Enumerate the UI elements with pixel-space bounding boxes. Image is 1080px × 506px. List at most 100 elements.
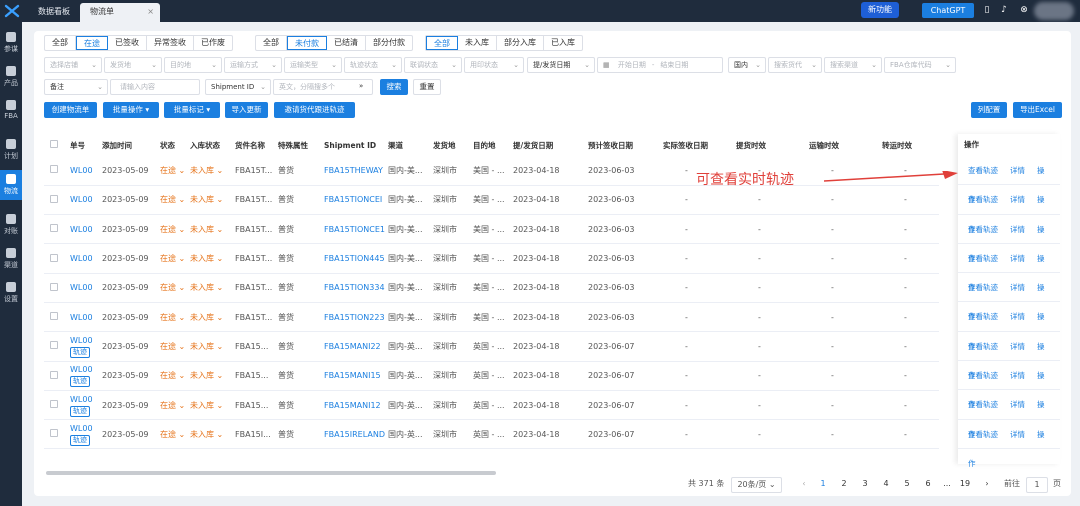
inbound-filter-partial[interactable]: 部分入库	[497, 36, 544, 50]
detail-link[interactable]: 详情	[1010, 312, 1025, 321]
next-page-icon[interactable]: ›	[980, 476, 994, 492]
column-header[interactable]: 渠道	[388, 134, 433, 156]
shipment-id-link[interactable]: FBA15TIONCEI	[324, 195, 382, 204]
transport-type-select[interactable]: 运输类型 ⌄	[284, 57, 342, 73]
avatar[interactable]	[1034, 2, 1074, 20]
shipment-id-link[interactable]: FBA15MANI15	[324, 371, 381, 380]
inbound-status[interactable]: 未入库	[190, 195, 214, 204]
column-config-button[interactable]: 列配置	[971, 102, 1007, 118]
select-all-checkbox[interactable]	[50, 140, 58, 148]
column-header[interactable]: 实际签收日期	[663, 134, 736, 156]
table-row[interactable]: WL00 2023-05-09 在途 ⌄ 未入库 ⌄ FBA15T... 普货 FBA15T…	[44, 243, 939, 274]
shipment-id-select[interactable]: Shipment ID ⌄	[205, 79, 271, 95]
inbound-status[interactable]: 未入库	[190, 225, 214, 234]
order-number[interactable]: WL00	[70, 424, 93, 433]
row-checkbox[interactable]	[50, 312, 58, 321]
tab-dashboard[interactable]: 数据看板	[28, 3, 80, 22]
status-filter-all[interactable]: 全部	[45, 36, 76, 50]
shipment-id-link[interactable]: FBA15MANI12	[324, 401, 381, 410]
column-header[interactable]: Shipment ID	[324, 134, 388, 156]
inbound-filter-none[interactable]: 未入库	[458, 36, 497, 50]
close-icon[interactable]: ×	[147, 3, 154, 21]
invite-forwarder-button[interactable]: 邀请货代跟进轨迹	[274, 102, 355, 118]
reset-button[interactable]: 重置	[413, 79, 441, 95]
detail-link[interactable]: 详情	[1010, 283, 1025, 292]
row-checkbox[interactable]	[50, 253, 58, 262]
track-tag[interactable]: 轨迹	[70, 434, 90, 446]
page-number-last[interactable]: 19	[958, 476, 972, 492]
date-type-select[interactable]: 提/发货日期 ⌄	[527, 57, 595, 73]
detail-link[interactable]: 详情	[1010, 342, 1025, 351]
row-checkbox[interactable]	[50, 224, 58, 233]
order-number[interactable]: WL00	[70, 365, 93, 374]
payment-filter-all[interactable]: 全部	[256, 36, 287, 50]
row-checkbox[interactable]	[50, 400, 58, 409]
column-header[interactable]: 特殊属性	[278, 134, 324, 156]
table-row[interactable]: WL00 2023-05-09 在途 ⌄ 未入库 ⌄ FBA15T... 普货 FBA15T…	[44, 214, 939, 245]
view-track-link[interactable]: 查看轨迹	[968, 371, 998, 380]
date-range-picker[interactable]: ▦ 开始日期 - 结束日期	[597, 57, 723, 73]
shipment-id-link[interactable]: FBA15IRELAND	[324, 430, 385, 439]
view-track-link[interactable]: 查看轨迹	[968, 312, 998, 321]
note-input[interactable]: 请输入内容	[110, 79, 200, 95]
track-tag[interactable]: 轨迹	[70, 376, 90, 388]
prev-page-icon[interactable]: ‹	[797, 476, 811, 492]
column-header[interactable]: 预计签收日期	[588, 134, 663, 156]
transport-mode-select[interactable]: 运输方式 ⌄	[224, 57, 282, 73]
region-select[interactable]: 国内 ⌄	[728, 57, 766, 73]
shipment-id-link[interactable]: FBA15TIONCE1	[324, 225, 385, 234]
column-header[interactable]: 提货时效	[736, 134, 809, 156]
destination-select[interactable]: 目的地 ⌄	[164, 57, 222, 73]
track-tag[interactable]: 轨迹	[70, 346, 90, 358]
order-number[interactable]: WL00	[70, 254, 93, 263]
order-number[interactable]: WL00	[70, 166, 93, 175]
shipment-id-link[interactable]: FBA15THEWAY	[324, 166, 383, 175]
sidebar-item-reconcile[interactable]: 对账	[0, 210, 22, 240]
status-text[interactable]: 在途	[160, 283, 176, 292]
fba-warehouse-select[interactable]: FBA仓库代码 ⌄	[884, 57, 956, 73]
page-number[interactable]: 4	[879, 476, 893, 492]
batch-mark-button[interactable]: 批量标记 ▾	[164, 102, 220, 118]
column-header[interactable]: 货件名称	[235, 134, 278, 156]
book-icon[interactable]: ▯	[981, 4, 993, 16]
column-header[interactable]: 提/发货日期	[513, 134, 588, 156]
row-checkbox[interactable]	[50, 429, 58, 438]
page-number[interactable]: 6	[921, 476, 935, 492]
status-text[interactable]: 在途	[160, 166, 176, 175]
note-select[interactable]: 备注 ⌄	[44, 79, 108, 95]
origin-select[interactable]: 发货地 ⌄	[104, 57, 162, 73]
inbound-filter-all[interactable]: 全部	[426, 36, 458, 50]
table-row[interactable]: WL00 2023-05-09 在途 ⌄ 未入库 ⌄ FBA15T... 普货 FBA15T…	[44, 185, 939, 216]
status-text[interactable]: 在途	[160, 225, 176, 234]
view-track-link[interactable]: 查看轨迹	[968, 225, 998, 234]
forwarder-select[interactable]: 搜索货代 ⌄	[768, 57, 822, 73]
status-text[interactable]: 在途	[160, 313, 176, 322]
create-logistics-button[interactable]: 创建物流单	[44, 102, 97, 118]
stamp-status-select[interactable]: 用印状态 ⌄	[464, 57, 524, 73]
inbound-status[interactable]: 未入库	[190, 313, 214, 322]
table-row[interactable]: WL00 2023-05-09 在途 ⌄ 未入库 ⌄ FBA15T... 普货 FBA15T…	[44, 156, 939, 186]
inbound-status[interactable]: 未入库	[190, 401, 214, 410]
payment-filter-partial[interactable]: 部分付款	[366, 36, 412, 50]
sidebar-item-settings[interactable]: 设置	[0, 278, 22, 308]
channel-select[interactable]: 搜索渠道 ⌄	[824, 57, 882, 73]
row-checkbox[interactable]	[50, 341, 58, 350]
column-header[interactable]: 单号	[70, 134, 102, 156]
order-number[interactable]: WL00	[70, 195, 93, 204]
inbound-status[interactable]: 未入库	[190, 166, 214, 175]
payment-filter-unpaid[interactable]: 未付款	[287, 36, 327, 50]
export-excel-button[interactable]: 导出Excel	[1013, 102, 1062, 118]
column-header[interactable]: 发货地	[433, 134, 473, 156]
status-text[interactable]: 在途	[160, 254, 176, 263]
status-filter-signed[interactable]: 已签收	[108, 36, 147, 50]
view-track-link[interactable]: 查看轨迹	[968, 342, 998, 351]
status-text[interactable]: 在途	[160, 371, 176, 380]
track-tag[interactable]: 轨迹	[70, 405, 90, 417]
chatgpt-button[interactable]: ChatGPT	[922, 3, 974, 18]
payment-filter-settled[interactable]: 已结清	[327, 36, 366, 50]
view-track-link[interactable]: 查看轨迹	[968, 254, 998, 263]
help-icon[interactable]: ⊗	[1018, 4, 1030, 16]
page-number[interactable]: 5	[900, 476, 914, 492]
row-checkbox[interactable]	[50, 194, 58, 203]
page-number[interactable]: 3	[858, 476, 872, 492]
